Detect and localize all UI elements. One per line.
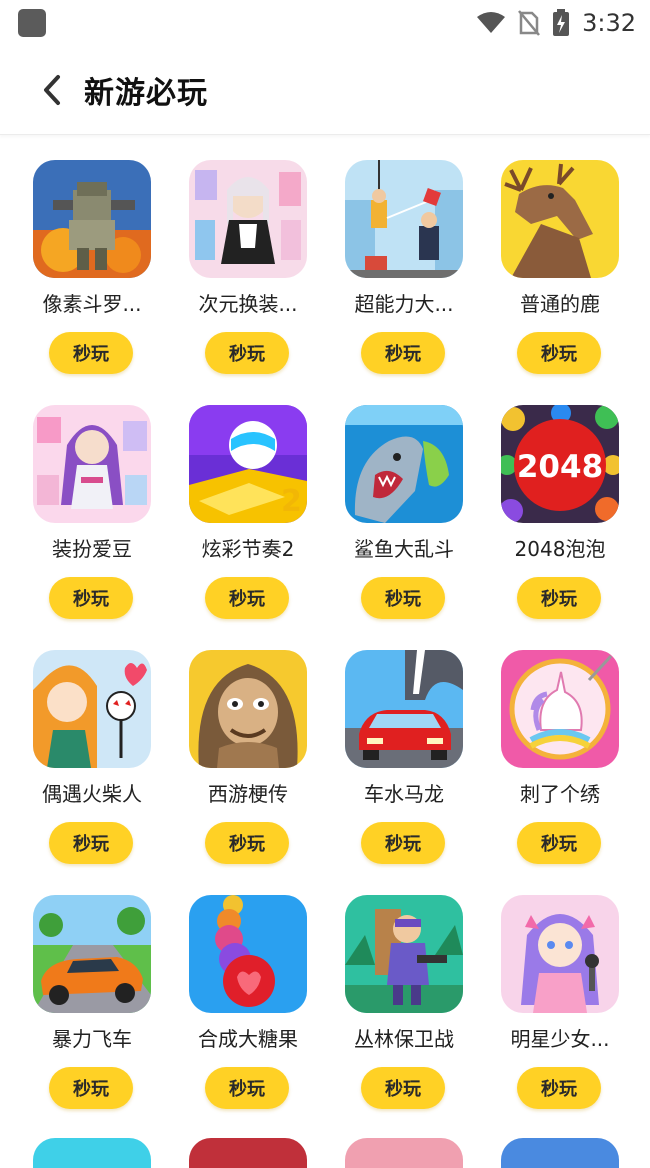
partial-game-icon[interactable] <box>189 1138 307 1168</box>
instant-play-button[interactable]: 秒玩 <box>49 822 133 864</box>
instant-play-button[interactable]: 秒玩 <box>517 1067 601 1109</box>
app-header: 新游必玩 <box>0 46 650 135</box>
game-card[interactable]: 偶遇火柴人 秒玩 <box>15 650 171 880</box>
shark-icon[interactable] <box>345 405 463 523</box>
back-button[interactable] <box>34 72 70 108</box>
game-row: 像素斗罗... 秒玩 次元换装... 秒玩 超能力大... 秒玩 普通的鹿 秒玩 <box>0 160 650 405</box>
svg-text:2: 2 <box>281 484 302 519</box>
instant-play-button[interactable]: 秒玩 <box>517 822 601 864</box>
racing-car-icon[interactable] <box>33 895 151 1013</box>
pixel-soldier-icon[interactable] <box>33 160 151 278</box>
game-card[interactable]: 2 炫彩节奏2 秒玩 <box>171 405 327 635</box>
color-rhythm-icon[interactable]: 2 <box>189 405 307 523</box>
game-card[interactable]: 暴力飞车 秒玩 <box>15 895 171 1125</box>
instant-play-button[interactable]: 秒玩 <box>205 1067 289 1109</box>
game-card[interactable]: 像素斗罗... 秒玩 <box>15 160 171 390</box>
instant-play-button[interactable]: 秒玩 <box>49 577 133 619</box>
no-sim-icon <box>518 10 541 36</box>
game-card[interactable]: 合成大糖果 秒玩 <box>171 895 327 1125</box>
game-name: 明星少女... <box>510 1027 610 1051</box>
game-card[interactable]: 明星少女... 秒玩 <box>483 895 639 1125</box>
game-name: 偶遇火柴人 <box>42 782 142 806</box>
unicorn-embroidery-icon[interactable] <box>501 650 619 768</box>
game-name: 普通的鹿 <box>520 292 600 316</box>
svg-text:2048: 2048 <box>517 449 603 485</box>
game-name: 2048泡泡 <box>514 537 606 561</box>
idol-dressup-icon[interactable] <box>33 405 151 523</box>
game-card[interactable]: 鲨鱼大乱斗 秒玩 <box>327 405 483 635</box>
jungle-defense-icon[interactable] <box>345 895 463 1013</box>
status-bar: 3:32 <box>0 0 650 46</box>
battery-charging-icon <box>553 9 570 36</box>
bubble-2048-icon[interactable]: 2048 <box>501 405 619 523</box>
game-card[interactable]: 西游梗传 秒玩 <box>171 650 327 880</box>
game-card[interactable]: 丛林保卫战 秒玩 <box>327 895 483 1125</box>
stickman-icon[interactable] <box>33 650 151 768</box>
instant-play-button[interactable]: 秒玩 <box>361 1067 445 1109</box>
game-card[interactable]: 普通的鹿 秒玩 <box>483 160 639 390</box>
partial-game-icon[interactable] <box>345 1138 463 1168</box>
car-road-icon[interactable] <box>345 650 463 768</box>
game-card[interactable]: 车水马龙 秒玩 <box>327 650 483 880</box>
notification-icon <box>18 9 46 37</box>
game-card[interactable]: 次元换装... 秒玩 <box>171 160 327 390</box>
star-girl-icon[interactable] <box>501 895 619 1013</box>
game-name: 像素斗罗... <box>42 292 142 316</box>
candy-merge-icon[interactable] <box>189 895 307 1013</box>
game-name: 超能力大... <box>354 292 454 316</box>
page-title: 新游必玩 <box>84 76 208 111</box>
instant-play-button[interactable]: 秒玩 <box>361 822 445 864</box>
partial-game-icon[interactable] <box>33 1138 151 1168</box>
game-name: 刺了个绣 <box>520 782 600 806</box>
game-name: 合成大糖果 <box>198 1027 298 1051</box>
monkey-king-icon[interactable] <box>189 650 307 768</box>
instant-play-button[interactable]: 秒玩 <box>49 1067 133 1109</box>
anime-dressup-icon[interactable] <box>189 160 307 278</box>
instant-play-button[interactable]: 秒玩 <box>361 577 445 619</box>
game-name: 西游梗传 <box>208 782 288 806</box>
instant-play-button[interactable]: 秒玩 <box>205 332 289 374</box>
game-grid: 像素斗罗... 秒玩 次元换装... 秒玩 超能力大... 秒玩 普通的鹿 秒玩… <box>0 160 650 1140</box>
instant-play-button[interactable]: 秒玩 <box>361 332 445 374</box>
game-row: 偶遇火柴人 秒玩 西游梗传 秒玩 车水马龙 秒玩 刺了个绣 秒玩 <box>0 650 650 895</box>
game-card[interactable]: 装扮爱豆 秒玩 <box>15 405 171 635</box>
partial-game-icon[interactable] <box>501 1138 619 1168</box>
game-name: 装扮爱豆 <box>52 537 132 561</box>
game-card[interactable]: 超能力大... 秒玩 <box>327 160 483 390</box>
deer-icon[interactable] <box>501 160 619 278</box>
game-name: 炫彩节奏2 <box>201 537 295 561</box>
game-name: 暴力飞车 <box>52 1027 132 1051</box>
game-name: 鲨鱼大乱斗 <box>354 537 454 561</box>
superpower-icon[interactable] <box>345 160 463 278</box>
instant-play-button[interactable]: 秒玩 <box>205 577 289 619</box>
instant-play-button[interactable]: 秒玩 <box>205 822 289 864</box>
game-row: 暴力飞车 秒玩 合成大糖果 秒玩 丛林保卫战 秒玩 明星少女... 秒玩 <box>0 895 650 1140</box>
game-card[interactable]: 刺了个绣 秒玩 <box>483 650 639 880</box>
instant-play-button[interactable]: 秒玩 <box>517 332 601 374</box>
status-icons: 3:32 <box>476 6 636 40</box>
status-time: 3:32 <box>582 9 636 37</box>
game-card[interactable]: 2048 2048泡泡 秒玩 <box>483 405 639 635</box>
chevron-left-icon <box>44 75 60 105</box>
instant-play-button[interactable]: 秒玩 <box>517 577 601 619</box>
instant-play-button[interactable]: 秒玩 <box>49 332 133 374</box>
game-name: 次元换装... <box>198 292 298 316</box>
game-name: 丛林保卫战 <box>354 1027 454 1051</box>
wifi-icon <box>477 12 506 33</box>
game-row: 装扮爱豆 秒玩 2 炫彩节奏2 秒玩 鲨鱼大乱斗 秒玩 2048 2048泡泡 … <box>0 405 650 650</box>
game-name: 车水马龙 <box>364 782 444 806</box>
